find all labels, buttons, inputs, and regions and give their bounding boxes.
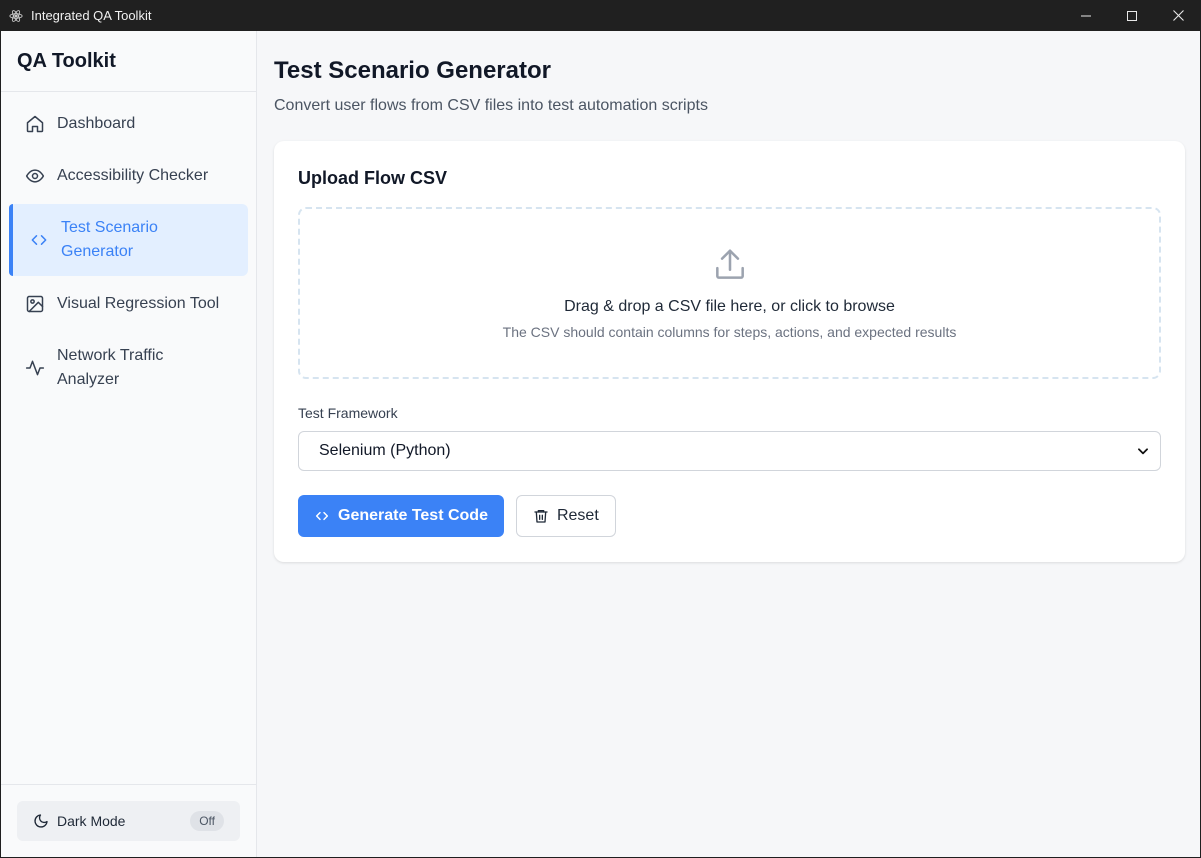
minimize-icon <box>1081 15 1091 16</box>
upload-card: Upload Flow CSV Drag & drop a CSV file h… <box>274 141 1185 562</box>
dark-mode-toggle[interactable]: Dark Mode Off <box>17 801 240 841</box>
sidebar-footer: Dark Mode Off <box>1 784 256 857</box>
generate-button-label: Generate Test Code <box>338 507 488 524</box>
form-actions: Generate Test Code Reset <box>298 495 1161 537</box>
maximize-button[interactable] <box>1109 0 1155 31</box>
activity-icon <box>25 358 45 378</box>
sidebar-item-label: Dashboard <box>57 115 136 132</box>
dark-mode-state-badge: Off <box>190 811 224 831</box>
minimize-button[interactable] <box>1063 0 1109 31</box>
framework-select[interactable]: Selenium (Python) <box>298 431 1161 471</box>
sidebar-item-network-traffic-analyzer[interactable]: Network Traffic Analyzer <box>9 332 248 404</box>
sidebar-item-visual-regression-tool[interactable]: Visual Regression Tool <box>9 280 248 328</box>
home-icon <box>25 114 45 134</box>
reset-button[interactable]: Reset <box>515 495 616 537</box>
eye-icon <box>25 166 45 186</box>
sidebar-item-dashboard[interactable]: Dashboard <box>9 100 248 148</box>
upload-heading: Upload Flow CSV <box>298 168 448 188</box>
main-content: Test Scenario Generator Convert user flo… <box>258 31 1200 857</box>
framework-selected-value: Selenium (Python) <box>319 442 451 459</box>
close-icon <box>1172 10 1184 21</box>
page-subtitle: Convert user flows from CSV files into t… <box>274 97 708 114</box>
image-icon <box>25 294 45 314</box>
sidebar-item-label: Network Traffic Analyzer <box>57 347 164 388</box>
sidebar-item-accessibility-checker[interactable]: Accessibility Checker <box>9 152 248 200</box>
sidebar-item-test-scenario-generator[interactable]: Test Scenario Generator <box>9 204 248 276</box>
app-window: QA Toolkit Dashboard Accessibility Check… <box>1 31 1200 857</box>
maximize-icon <box>1127 10 1137 21</box>
app-brand: QA Toolkit <box>1 31 256 92</box>
dropzone-text: Drag & drop a CSV file here, or click to… <box>564 298 895 315</box>
upload-icon <box>711 246 749 284</box>
trash-icon <box>533 508 549 524</box>
sidebar-item-label: Accessibility Checker <box>57 167 209 184</box>
reset-button-label: Reset <box>556 507 599 524</box>
dark-mode-label: Dark Mode <box>57 813 126 829</box>
window-titlebar: Integrated QA Toolkit <box>0 0 1201 31</box>
dropzone-hint: The CSV should contain columns for steps… <box>502 324 957 340</box>
sidebar: QA Toolkit Dashboard Accessibility Check… <box>1 31 257 857</box>
moon-icon <box>33 813 49 829</box>
code-icon <box>314 508 330 524</box>
chevron-down-icon <box>1136 444 1150 458</box>
csv-dropzone[interactable]: Drag & drop a CSV file here, or click to… <box>298 207 1161 379</box>
framework-label: Test Framework <box>298 405 398 421</box>
sidebar-item-label: Visual Regression Tool <box>57 295 220 312</box>
sidebar-item-label: Test Scenario Generator <box>61 219 158 260</box>
page-title: Test Scenario Generator <box>274 57 551 84</box>
close-window-button[interactable] <box>1155 0 1201 31</box>
window-title: Integrated QA Toolkit <box>31 8 152 23</box>
generate-test-code-button[interactable]: Generate Test Code <box>298 495 504 537</box>
electron-atom-icon <box>9 9 23 23</box>
code-icon <box>29 230 49 250</box>
sidebar-nav: Dashboard Accessibility Checker Test Sce… <box>1 92 256 404</box>
